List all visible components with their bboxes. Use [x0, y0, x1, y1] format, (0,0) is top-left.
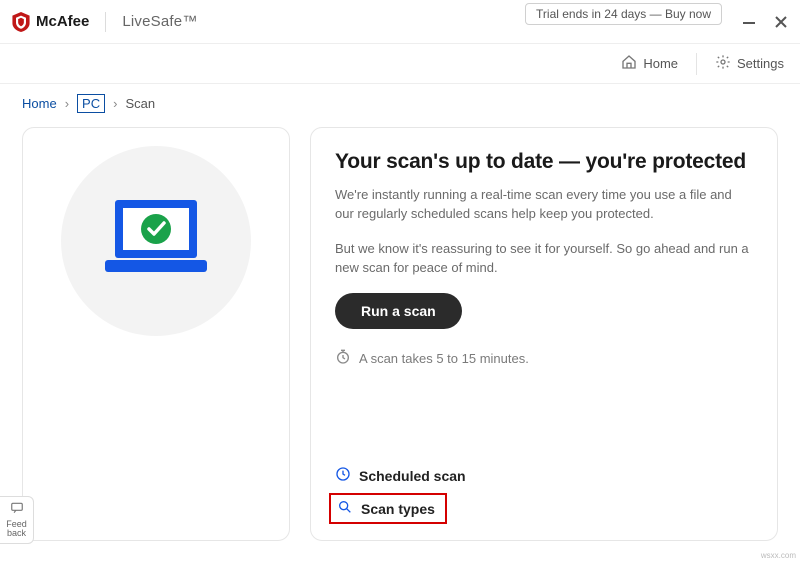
scheduled-scan-label: Scheduled scan — [359, 468, 466, 484]
timer-icon — [335, 349, 351, 368]
brand-name: McAfee — [36, 13, 89, 30]
nav-home-label: Home — [643, 56, 678, 71]
chevron-right-icon: › — [113, 96, 117, 111]
content-body: Your scan's up to date — you're protecte… — [0, 113, 800, 561]
run-scan-button[interactable]: Run a scan — [335, 293, 462, 329]
crumb-pc[interactable]: PC — [77, 94, 105, 113]
home-icon — [621, 54, 637, 73]
search-icon — [337, 499, 353, 518]
feedback-tab-button[interactable]: Feed back — [0, 496, 34, 544]
mcafee-shield-icon — [12, 12, 30, 32]
bottom-links: Scheduled scan Scan types — [335, 466, 466, 524]
clock-icon — [335, 466, 351, 485]
illustration-panel — [22, 127, 290, 541]
watermark-text: wsxx.com — [761, 551, 796, 560]
nav-settings-label: Settings — [737, 56, 784, 71]
nav-divider — [696, 53, 697, 75]
chevron-right-icon: › — [65, 96, 69, 111]
scan-duration-text: A scan takes 5 to 15 minutes. — [359, 351, 529, 366]
scheduled-scan-link[interactable]: Scheduled scan — [335, 466, 466, 485]
speech-bubble-icon — [10, 501, 24, 520]
app-window: McAfee LiveSafe™ Trial ends in 24 days —… — [0, 0, 800, 562]
window-controls — [742, 15, 788, 29]
minimize-button[interactable] — [742, 15, 756, 29]
trial-notice-button[interactable]: Trial ends in 24 days — Buy now — [525, 3, 722, 25]
gear-icon — [715, 54, 731, 73]
feedback-label-line2: back — [7, 529, 26, 539]
crumb-scan: Scan — [125, 96, 155, 111]
nav-home-button[interactable]: Home — [621, 54, 678, 73]
main-panel: Your scan's up to date — you're protecte… — [310, 127, 778, 541]
nav-settings-button[interactable]: Settings — [715, 54, 784, 73]
page-title: Your scan's up to date — you're protecte… — [335, 150, 753, 174]
intro-paragraph-2: But we know it's reassuring to see it fo… — [335, 240, 753, 278]
breadcrumb: Home › PC › Scan — [0, 84, 800, 113]
brand-product: LiveSafe™ — [122, 13, 197, 30]
nav-row: Home Settings — [0, 44, 800, 84]
brand-divider — [105, 12, 106, 32]
intro-paragraph-1: We're instantly running a real-time scan… — [335, 186, 753, 224]
scan-types-label: Scan types — [361, 501, 435, 517]
title-bar: McAfee LiveSafe™ Trial ends in 24 days —… — [0, 0, 800, 44]
laptop-check-icon — [101, 194, 211, 289]
brand-block: McAfee LiveSafe™ — [12, 12, 198, 32]
scan-types-link[interactable]: Scan types — [329, 493, 447, 524]
crumb-home[interactable]: Home — [22, 96, 57, 111]
illustration-circle — [61, 146, 251, 336]
scan-duration-hint: A scan takes 5 to 15 minutes. — [335, 349, 753, 368]
close-button[interactable] — [774, 15, 788, 29]
